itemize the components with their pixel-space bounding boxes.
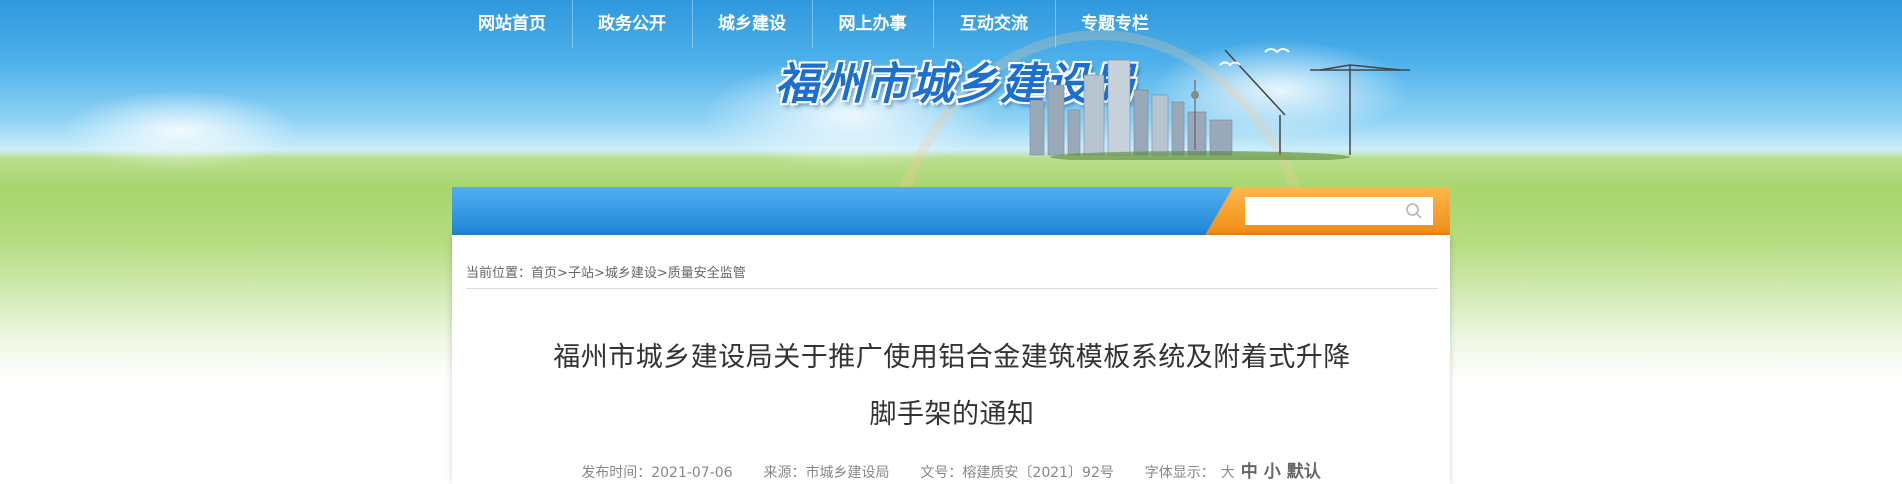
nav-item-interaction[interactable]: 互动交流 bbox=[933, 0, 1056, 48]
search-icon[interactable] bbox=[1405, 202, 1423, 220]
breadcrumb-separator: > bbox=[593, 266, 605, 281]
breadcrumb-link-urban-rural[interactable]: 城乡建设 bbox=[605, 266, 657, 281]
source-label: 来源： bbox=[763, 465, 806, 481]
docno-label: 文号： bbox=[920, 465, 963, 481]
nav-item-special-topics[interactable]: 专题专栏 bbox=[1055, 0, 1175, 48]
breadcrumb: 当前位置：首页>子站>城乡建设>质量安全监管 bbox=[466, 262, 746, 281]
breadcrumb-divider bbox=[466, 288, 1438, 289]
publish-label: 发布时间： bbox=[581, 465, 652, 481]
city-skyline-illustration bbox=[1029, 48, 1410, 160]
source-value: 市城乡建设局 bbox=[805, 465, 890, 481]
breadcrumb-link-substation[interactable]: 子站 bbox=[568, 266, 594, 281]
breadcrumb-separator: > bbox=[656, 266, 668, 281]
fontsize-default-button[interactable]: 默认 bbox=[1287, 462, 1321, 482]
breadcrumb-prefix: 当前位置： bbox=[466, 266, 532, 281]
docno-value: 榕建质安〔2021〕92号 bbox=[962, 465, 1114, 481]
publish-date: 2021-07-06 bbox=[651, 465, 733, 481]
article-title-line1: 福州市城乡建设局关于推广使用铝合金建筑模板系统及附着式升降 bbox=[553, 342, 1351, 373]
nav-item-government-affairs[interactable]: 政务公开 bbox=[572, 0, 693, 48]
nav-item-home[interactable]: 网站首页 bbox=[452, 0, 573, 48]
fontsize-label: 字体显示： bbox=[1144, 465, 1215, 481]
fontsize-large-button[interactable]: 大 bbox=[1221, 465, 1235, 481]
breadcrumb-separator: > bbox=[557, 266, 568, 281]
article-title-line2: 脚手架的通知 bbox=[869, 399, 1035, 430]
fontsize-medium-button[interactable]: 中 bbox=[1241, 462, 1258, 482]
nav-item-urban-rural-construction[interactable]: 城乡建设 bbox=[692, 0, 813, 48]
breadcrumb-link-home[interactable]: 首页 bbox=[531, 266, 557, 281]
article-meta: 发布时间：2021-07-06 来源：市城乡建设局 文号：榕建质安〔2021〕9… bbox=[452, 457, 1450, 482]
cloud-decoration bbox=[60, 90, 300, 170]
fontsize-small-button[interactable]: 小 bbox=[1264, 462, 1281, 482]
breadcrumb-link-quality-safety[interactable]: 质量安全监管 bbox=[668, 266, 746, 281]
nav-item-online-services[interactable]: 网上办事 bbox=[812, 0, 934, 48]
